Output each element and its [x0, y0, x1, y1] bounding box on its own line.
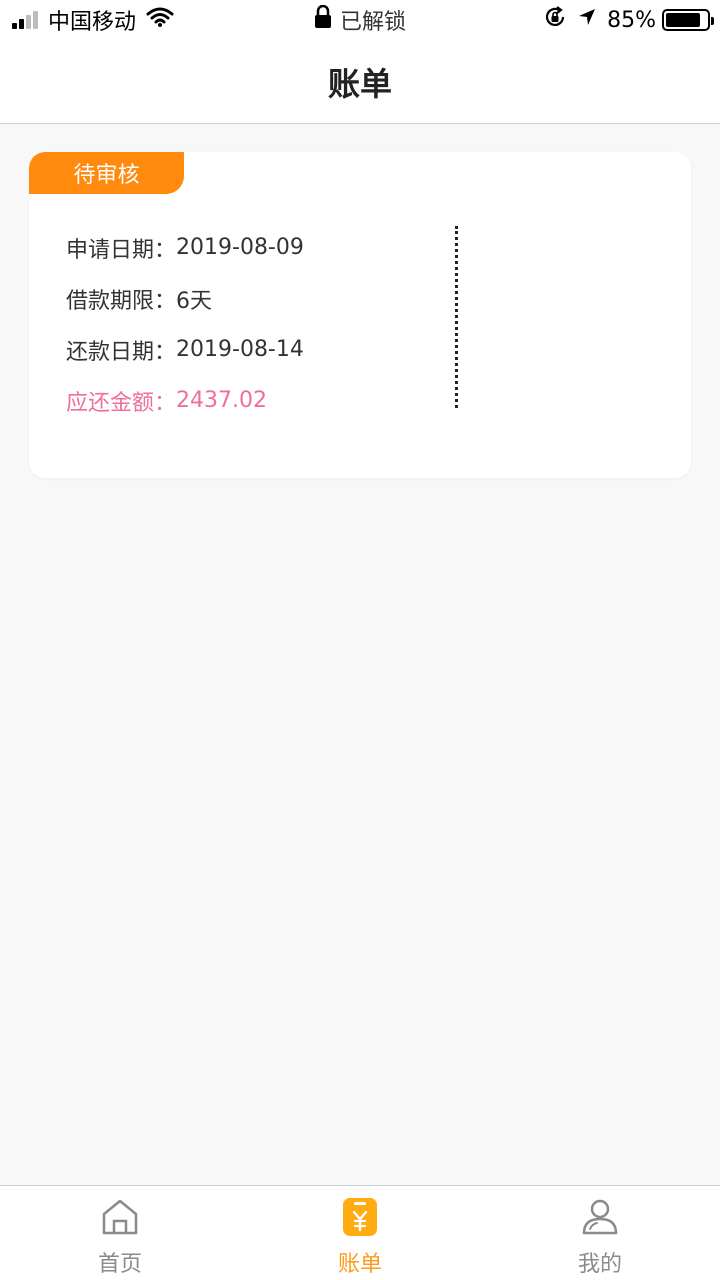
apply-date-value: 2019-08-09 — [176, 235, 304, 260]
loan-term-value: 6天 — [176, 288, 213, 314]
battery-fill — [666, 13, 700, 27]
status-bar: 中国移动 已解锁 85% — [0, 0, 720, 40]
nav-bar: 账单 — [0, 40, 720, 124]
repay-date-label: 还款日期： — [66, 339, 177, 365]
app-screen: 中国移动 已解锁 85% 账单 待审核 申请日期： 2019-08-09 借款期… — [0, 0, 720, 1280]
apply-date-row: 申请日期： 2019-08-09 — [66, 222, 304, 273]
bill-yen-icon — [339, 1196, 381, 1238]
tab-mine-label: 我的 — [577, 1252, 622, 1277]
dotted-divider — [455, 226, 458, 408]
amount-due-label: 应还金额： — [66, 390, 177, 416]
amount-due-row: 应还金额： 2437.02 — [66, 375, 304, 426]
loan-term-label: 借款期限： — [66, 288, 177, 314]
bill-card[interactable]: 待审核 申请日期： 2019-08-09 借款期限： 6天 还款日期： 2019… — [29, 152, 691, 478]
battery-icon — [662, 9, 714, 31]
tab-home-label: 首页 — [97, 1252, 142, 1277]
amount-due-value: 2437.02 — [176, 388, 267, 413]
status-badge: 待审核 — [29, 152, 184, 194]
loan-term-row: 借款期限： 6天 — [66, 273, 304, 324]
home-icon — [99, 1196, 141, 1238]
rotation-lock-icon — [543, 5, 567, 35]
tab-home[interactable]: 首页 — [0, 1186, 240, 1280]
apply-date-label: 申请日期： — [66, 237, 177, 263]
location-arrow-icon — [577, 7, 597, 33]
status-right: 85% — [543, 5, 714, 35]
page-title: 账单 — [327, 64, 392, 103]
lock-status-text: 已解锁 — [339, 10, 406, 35]
repay-date-row: 还款日期： 2019-08-14 — [66, 324, 304, 375]
repay-date-value: 2019-08-14 — [176, 337, 304, 362]
lock-icon — [314, 4, 332, 35]
tab-mine[interactable]: 我的 — [480, 1186, 720, 1280]
tab-bill-label: 账单 — [337, 1252, 382, 1277]
battery-percent: 85% — [607, 7, 656, 33]
tab-bill[interactable]: 账单 — [240, 1186, 480, 1280]
person-icon — [579, 1196, 621, 1238]
tab-bar: 首页 账单 我的 — [0, 1185, 720, 1280]
bill-info-list: 申请日期： 2019-08-09 借款期限： 6天 还款日期： 2019-08-… — [66, 222, 304, 426]
